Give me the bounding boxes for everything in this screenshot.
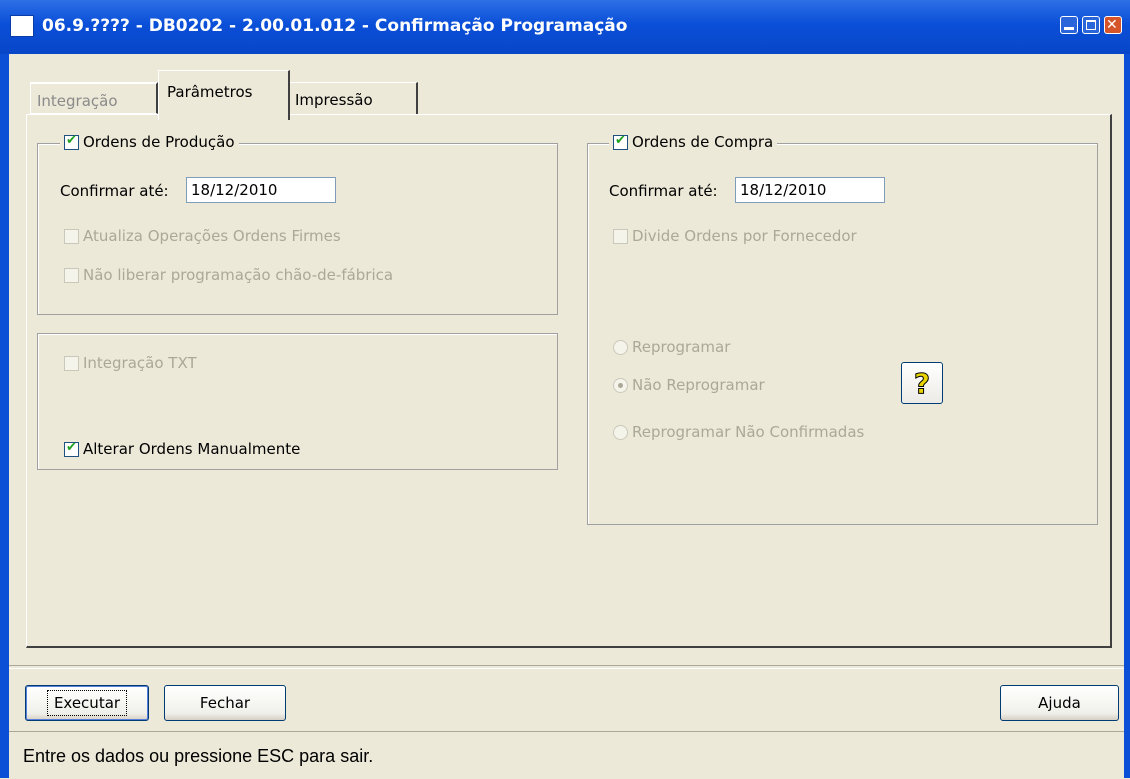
ajuda-button[interactable]: Ajuda (1000, 685, 1119, 721)
producao-opt1-checkbox[interactable] (64, 228, 79, 244)
tab-impressao-label: Impressão (295, 91, 373, 109)
tab-parametros[interactable]: Parâmetros (158, 70, 290, 120)
integracao-txt-option[interactable]: Integração TXT (64, 354, 197, 372)
producao-confirm-input[interactable]: 18/12/2010 (186, 177, 336, 203)
integracao-txt-checkbox[interactable] (64, 355, 79, 371)
producao-opt2-label: Não liberar programação chão-de-fábrica (83, 266, 394, 284)
alterar-ordens-label: Alterar Ordens Manualmente (83, 440, 301, 458)
producao-legend[interactable]: Ordens de Produção (60, 133, 239, 151)
tab-parametros-label: Parâmetros (167, 83, 253, 101)
radio-reprogramar-nao-confirmadas-label: Reprogramar Não Confirmadas (632, 423, 865, 441)
status-bar: Entre os dados ou pressione ESC para sai… (9, 731, 1124, 779)
status-text: Entre os dados ou pressione ESC para sai… (23, 746, 374, 766)
maximize-button[interactable] (1082, 16, 1100, 34)
divide-ordens-option[interactable]: Divide Ordens por Fornecedor (613, 227, 857, 245)
integracao-txt-label: Integração TXT (83, 354, 197, 372)
compra-title: Ordens de Compra (632, 133, 774, 151)
compra-legend[interactable]: Ordens de Compra (609, 133, 778, 151)
divide-ordens-label: Divide Ordens por Fornecedor (632, 227, 857, 245)
question-icon: ? (913, 366, 931, 400)
window-frame-right (1124, 54, 1130, 778)
radio-reprogramar[interactable]: Reprogramar (613, 338, 730, 356)
radio-reprogramar-nao-confirmadas-circle[interactable] (613, 424, 628, 440)
alterar-ordens-option[interactable]: Alterar Ordens Manualmente (64, 440, 300, 458)
tab-integracao[interactable]: Integração (30, 82, 158, 114)
help-icon-button[interactable]: ? (901, 362, 943, 404)
tab-integracao-label: Integração (37, 92, 118, 110)
compra-checkbox[interactable] (613, 133, 628, 150)
producao-title: Ordens de Produção (83, 133, 235, 151)
producao-checkbox[interactable] (64, 133, 79, 150)
close-button[interactable] (1104, 16, 1122, 34)
radio-reprogramar-label: Reprogramar (632, 338, 731, 356)
window-frame-left (0, 54, 9, 778)
tab-impressao[interactable]: Impressão (288, 82, 418, 115)
compra-confirm-label: Confirmar até: (609, 182, 718, 200)
producao-opt1[interactable]: Atualiza Operações Ordens Firmes (64, 227, 341, 245)
radio-nao-reprogramar[interactable]: Não Reprogramar (613, 376, 765, 394)
separator (9, 665, 1124, 669)
executar-button[interactable]: Executar (25, 685, 149, 721)
window-title: 06.9.???? - DB0202 - 2.00.01.012 - Confi… (42, 16, 628, 36)
radio-nao-reprogramar-label: Não Reprogramar (632, 376, 765, 394)
divide-ordens-checkbox[interactable] (613, 228, 628, 244)
producao-opt1-label: Atualiza Operações Ordens Firmes (83, 227, 341, 245)
radio-reprogramar-circle[interactable] (613, 339, 628, 355)
alterar-ordens-checkbox[interactable] (64, 440, 79, 457)
radio-reprogramar-nao-confirmadas[interactable]: Reprogramar Não Confirmadas (613, 423, 864, 441)
producao-opt2-checkbox[interactable] (64, 267, 79, 283)
minimize-button[interactable] (1060, 16, 1078, 34)
title-bar[interactable]: 06.9.???? - DB0202 - 2.00.01.012 - Confi… (0, 0, 1130, 54)
radio-nao-reprogramar-circle[interactable] (613, 377, 628, 393)
compra-confirm-input[interactable]: 18/12/2010 (735, 177, 885, 203)
fechar-button[interactable]: Fechar (164, 685, 286, 721)
producao-opt2[interactable]: Não liberar programação chão-de-fábrica (64, 266, 393, 284)
executar-label: Executar (46, 690, 128, 716)
producao-confirm-label: Confirmar até: (60, 182, 169, 200)
window-icon (10, 15, 34, 37)
